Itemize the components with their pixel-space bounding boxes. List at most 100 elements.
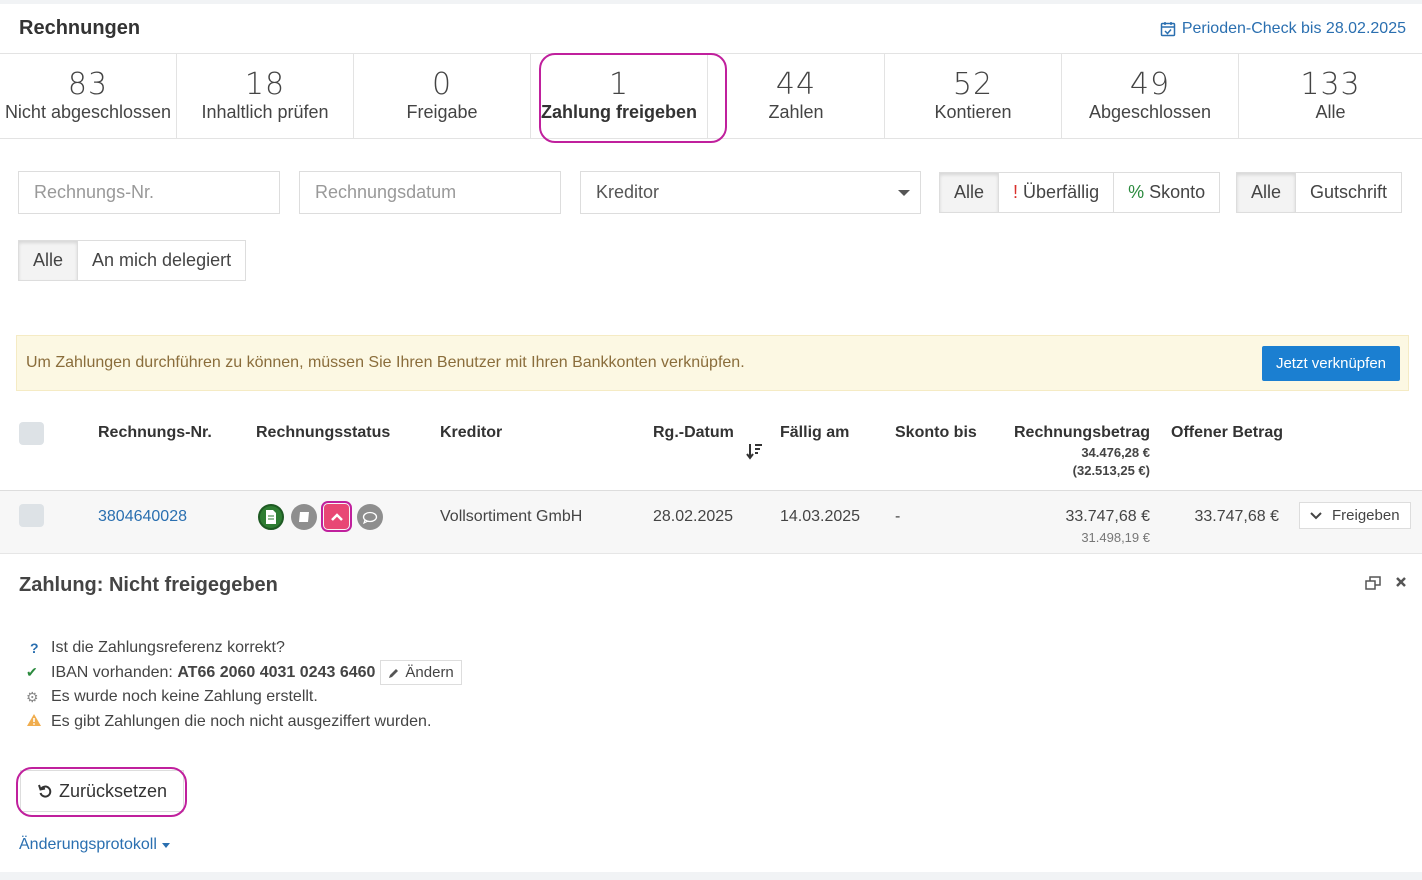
calendar-check-icon [1160,21,1176,36]
invoice-number-input[interactable]: Rechnungs-Nr. [18,171,280,214]
iban-value: AT66 2060 4031 0243 6460 [177,663,376,681]
popout-window-icon[interactable] [1365,576,1381,590]
col-skonto-until[interactable]: Skonto bis [895,424,977,442]
change-iban-button[interactable]: Ändern [380,660,462,686]
percent-icon: % [1128,182,1145,202]
page: Rechnungen Perioden-Check bis 28.02.2025… [0,4,1422,872]
col-open-amount[interactable]: Offener Betrag [1171,424,1283,442]
col-invoice-date[interactable]: Rg.-Datum [653,424,734,442]
amount-total-sub: (32.513,25 €) [1072,463,1150,478]
payment-approve-status-icon[interactable] [321,501,352,532]
tab-label: Inhaltlich prüfen [201,101,329,122]
col-amount-label: Rechnungsbetrag [1013,424,1150,441]
gears-icon: ⚙ [26,688,39,705]
tab-nicht-abgeschlossen[interactable]: 83 Nicht abgeschlossen [0,54,177,138]
tab-abgeschlossen[interactable]: 49 Abgeschlossen [1062,54,1239,138]
tab-count: 49 [1129,66,1171,102]
status-filter-group: Alle ! Überfällig % Skonto [939,172,1221,213]
invoice-amount-sub: 31.498,19 € [1081,530,1150,545]
amount-total: 34.476,28 € [1081,445,1150,460]
comment-status-icon[interactable] [357,504,383,530]
select-all-checkbox[interactable] [19,422,44,445]
delegation-filter-all[interactable]: Alle [18,240,79,281]
not-settled-text: Es gibt Zahlungen die noch nicht ausgezi… [51,712,432,730]
freigeben-dropdown-button[interactable]: Freigeben [1299,502,1411,529]
link-now-button[interactable]: Jetzt verknüpfen [1261,345,1400,381]
invoice-number-placeholder: Rechnungs-Nr. [34,182,155,202]
bank-link-alert: Um Zahlungen durchführen zu können, müss… [16,335,1409,391]
check-not-settled: Es gibt Zahlungen die noch nicht ausgezi… [26,710,462,735]
row-checkbox[interactable] [19,504,44,527]
status-filter-all[interactable]: Alle [939,172,1000,213]
tab-inhaltlich-pruefen[interactable]: 18 Inhaltlich prüfen [177,54,354,138]
tab-count: 83 [67,66,109,102]
check-reference: ? Ist die Zahlungsreferenz korrekt? [26,636,462,661]
tab-count: 52 [952,66,994,102]
skonto-until: - [895,508,901,525]
col-invoice-no[interactable]: Rechnungs-Nr. [98,424,212,442]
type-filter-credit[interactable]: Gutschrift [1295,172,1403,213]
book-glyph [298,512,309,522]
tab-kontieren[interactable]: 52 Kontieren [885,54,1062,138]
freigeben-label: Freigeben [1332,507,1400,524]
undo-icon [38,784,52,798]
invoice-date-input[interactable]: Rechnungsdatum [299,171,561,214]
sort-desc-icon[interactable] [746,442,764,465]
filter-bar: Rechnungs-Nr. Rechnungsdatum Kreditor Al… [18,171,1405,215]
page-header: Rechnungen Perioden-Check bis 28.02.2025 [0,4,1422,54]
table-row[interactable]: 3804640028 Vollsortiment GmbH 28.02.2025… [0,491,1422,554]
col-status[interactable]: Rechnungsstatus [256,424,390,442]
period-check-link[interactable]: Perioden-Check bis 28.02.2025 [1160,20,1406,38]
reset-label: Zurücksetzen [59,780,168,801]
reset-button[interactable]: Zurücksetzen [20,770,185,812]
warning-icon [26,713,51,730]
status-filter-overdue[interactable]: ! Überfällig [998,172,1115,213]
document-glyph [266,510,276,524]
invoice-amount-value: 33.747,68 € [1065,508,1150,525]
check-icon: ✔ [26,664,38,681]
col-due-date[interactable]: Fällig am [780,424,849,442]
delegation-filter-mine[interactable]: An mich delegiert [77,240,247,281]
change-log-toggle[interactable]: Änderungsprotokoll [19,836,170,854]
type-filter-all[interactable]: Alle [1236,172,1297,213]
invoice-number-link[interactable]: 3804640028 [98,508,187,526]
delegation-filter-group: Alle An mich delegiert [18,240,247,281]
iban-label: IBAN vorhanden: [51,663,173,681]
tab-alle[interactable]: 133 Alle [1239,54,1422,138]
tab-count: 44 [775,66,817,102]
book-status-icon[interactable] [291,504,317,530]
tab-label: Zahlung freigeben [540,101,697,122]
check-no-payment: ⚙ Es wurde noch keine Zahlung erstellt. [26,685,462,710]
tab-count: 133 [1300,66,1361,102]
payment-checklist: ? Ist die Zahlungsreferenz korrekt? ✔ IB… [26,636,462,734]
document-status-icon[interactable] [258,504,284,530]
warning-triangle-glyph [27,714,41,727]
tab-freigabe[interactable]: 0 Freigabe [354,54,531,138]
question-icon: ? [30,640,39,657]
creditor-select[interactable]: Kreditor [580,171,921,214]
exclamation-icon: ! [1013,182,1019,202]
close-icon[interactable] [1395,576,1407,588]
tab-zahlung-freigeben[interactable]: 1 Zahlung freigeben [531,54,708,138]
col-amount[interactable]: Rechnungsbetrag 34.476,28 € (32.513,25 €… [1014,424,1150,478]
tab-label: Nicht abgeschlossen [4,101,172,122]
detail-title: Zahlung: Nicht freigegeben [19,574,278,596]
change-iban-label: Ändern [405,664,454,682]
col-creditor[interactable]: Kreditor [440,424,502,442]
creditor-select-value: Kreditor [596,182,660,202]
tab-label: Kontieren [934,101,1012,122]
tab-label: Zahlen [768,101,824,122]
tab-label: Freigabe [406,101,478,122]
invoice-date: 28.02.2025 [653,508,734,525]
type-filter-group: Alle Gutschrift [1236,172,1403,213]
tab-count: 1 [608,66,630,102]
change-log-label: Änderungsprotokoll [19,836,157,853]
check-iban: ✔ IBAN vorhanden: AT66 2060 4031 0243 64… [26,660,462,686]
status-filter-skonto[interactable]: % Skonto [1113,172,1221,213]
chevron-up-glyph [330,512,343,521]
tab-zahlen[interactable]: 44 Zahlen [708,54,885,138]
open-amount: 33.747,68 € [1194,508,1279,525]
panel-controls [1365,576,1407,590]
status-tabs: 83 Nicht abgeschlossen 18 Inhaltlich prüfe… [0,54,1422,139]
chevron-down-icon [1310,511,1322,519]
